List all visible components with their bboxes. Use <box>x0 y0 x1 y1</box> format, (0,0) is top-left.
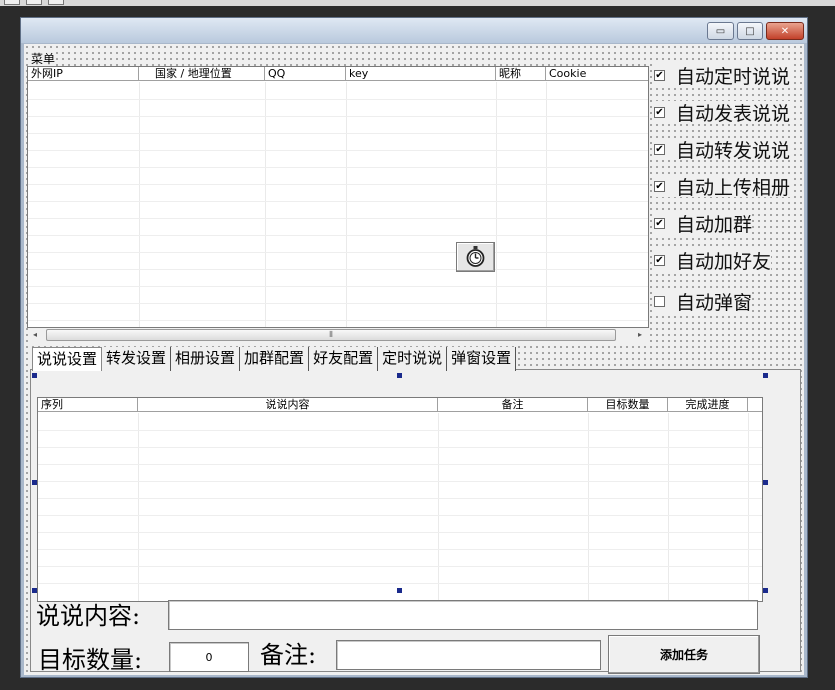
proxy-list-header: 外网IP 国家 / 地理位置 QQ key 昵称 Cookie <box>28 67 648 81</box>
minimize-button[interactable]: ▭ <box>707 22 734 40</box>
target-count-value: 0 <box>205 650 213 664</box>
proxy-list[interactable]: 外网IP 国家 / 地理位置 QQ key 昵称 Cookie <box>27 66 649 328</box>
resize-handle[interactable] <box>397 588 402 593</box>
scrollbar-grip-icon: ⦀ <box>329 330 333 339</box>
target-count-label: 目标数量: <box>38 646 143 674</box>
option-label: 自动加好友 <box>676 250 772 273</box>
client-area: 菜单 外网IP 国家 / 地理位置 QQ key 昵称 Cookie ◂ ⦀ ▸… <box>24 44 804 675</box>
target-count-input[interactable]: 0 <box>169 642 249 672</box>
tab-strip: 说说设置 转发设置 相册设置 加群配置 好友配置 定时说说 弹窗设置 <box>32 347 517 371</box>
tab-friend-config[interactable]: 好友配置 <box>309 347 379 371</box>
close-button[interactable]: ✕ <box>766 22 804 40</box>
column-header-progress[interactable]: 完成进度 <box>668 398 748 412</box>
option-auto-popup[interactable]: 自动弹窗 <box>654 290 753 314</box>
content-label: 说说内容: <box>36 602 141 630</box>
column-header-key[interactable]: key <box>346 67 496 81</box>
option-label: 自动加群 <box>676 213 753 236</box>
option-auto-schedule-post[interactable]: ✔ 自动定时说说 <box>654 64 791 88</box>
task-list-body <box>38 413 762 601</box>
proxy-list-body <box>28 82 648 327</box>
minimize-icon: ▭ <box>715 25 726 37</box>
resize-handle[interactable] <box>763 588 768 593</box>
checkbox[interactable]: ✔ <box>654 254 665 266</box>
column-header-content[interactable]: 说说内容 <box>138 398 438 412</box>
option-auto-publish-post[interactable]: ✔ 自动发表说说 <box>654 101 791 125</box>
column-header-note[interactable]: 备注 <box>438 398 588 412</box>
desktop-edge <box>808 17 835 690</box>
note-label: 备注: <box>260 641 317 669</box>
stopwatch-icon <box>466 246 485 267</box>
background-toolbar-button <box>4 0 20 5</box>
task-list[interactable]: 序列 说说内容 备注 目标数量 完成进度 <box>37 397 763 602</box>
tab-post-settings[interactable]: 说说设置 <box>32 347 103 371</box>
maximize-icon: □ <box>745 25 755 37</box>
tab-group-config[interactable]: 加群配置 <box>240 347 310 371</box>
checkbox[interactable]: ✔ <box>654 143 665 155</box>
resize-handle[interactable] <box>763 480 768 485</box>
checkbox[interactable]: ✔ <box>654 180 665 192</box>
note-input[interactable] <box>336 640 601 670</box>
tab-album-settings[interactable]: 相册设置 <box>171 347 241 371</box>
column-header-qq[interactable]: QQ <box>265 67 346 81</box>
background-toolbar-button <box>48 0 64 5</box>
tab-repost-settings[interactable]: 转发设置 <box>102 347 172 371</box>
checkbox[interactable] <box>654 295 665 307</box>
checkbox[interactable]: ✔ <box>654 106 665 118</box>
column-header-index[interactable]: 序列 <box>38 398 138 412</box>
task-list-header: 序列 说说内容 备注 目标数量 完成进度 <box>38 398 762 412</box>
resize-handle[interactable] <box>32 373 37 378</box>
main-window: ▭ □ ✕ 菜单 外网IP 国家 / 地理位置 QQ key 昵称 Cookie <box>20 17 808 678</box>
option-label: 自动转发说说 <box>676 139 791 162</box>
tab-popup-settings[interactable]: 弹窗设置 <box>447 347 517 371</box>
option-label: 自动发表说说 <box>676 102 791 125</box>
option-auto-upload-album[interactable]: ✔ 自动上传相册 <box>654 175 791 199</box>
menu-label[interactable]: 菜单 <box>30 50 57 67</box>
resize-handle[interactable] <box>763 373 768 378</box>
checkbox[interactable]: ✔ <box>654 69 665 81</box>
tab-scheduled-post[interactable]: 定时说说 <box>378 347 448 371</box>
column-header-ip[interactable]: 外网IP <box>28 67 139 81</box>
column-header-target-count[interactable]: 目标数量 <box>588 398 668 412</box>
column-header-nickname[interactable]: 昵称 <box>496 67 546 81</box>
content-input[interactable] <box>168 600 758 630</box>
background-toolbar-strip <box>0 0 835 6</box>
option-label: 自动定时说说 <box>676 65 791 88</box>
maximize-button[interactable]: □ <box>737 22 763 40</box>
background-toolbar-button <box>26 0 42 5</box>
option-auto-add-friend[interactable]: ✔ 自动加好友 <box>654 249 772 273</box>
proxy-list-horizontal-scrollbar[interactable]: ◂ ⦀ ▸ <box>28 328 647 342</box>
close-icon: ✕ <box>780 25 790 37</box>
option-auto-join-group[interactable]: ✔ 自动加群 <box>654 212 753 236</box>
add-task-button[interactable]: 添加任务 <box>608 635 760 674</box>
scrollbar-thumb[interactable]: ⦀ <box>46 329 616 341</box>
resize-handle[interactable] <box>32 588 37 593</box>
resize-handle[interactable] <box>32 480 37 485</box>
title-bar[interactable]: ▭ □ ✕ <box>21 18 807 43</box>
resize-handle[interactable] <box>397 373 402 378</box>
scroll-left-icon[interactable]: ◂ <box>28 328 42 342</box>
column-header-cookie[interactable]: Cookie <box>546 67 648 81</box>
option-label: 自动上传相册 <box>676 176 791 199</box>
scroll-right-icon[interactable]: ▸ <box>633 328 647 342</box>
checkbox[interactable]: ✔ <box>654 217 665 229</box>
timer-control[interactable] <box>456 242 495 272</box>
option-auto-repost[interactable]: ✔ 自动转发说说 <box>654 138 791 162</box>
option-label: 自动弹窗 <box>676 291 753 314</box>
column-header-location[interactable]: 国家 / 地理位置 <box>139 67 265 81</box>
